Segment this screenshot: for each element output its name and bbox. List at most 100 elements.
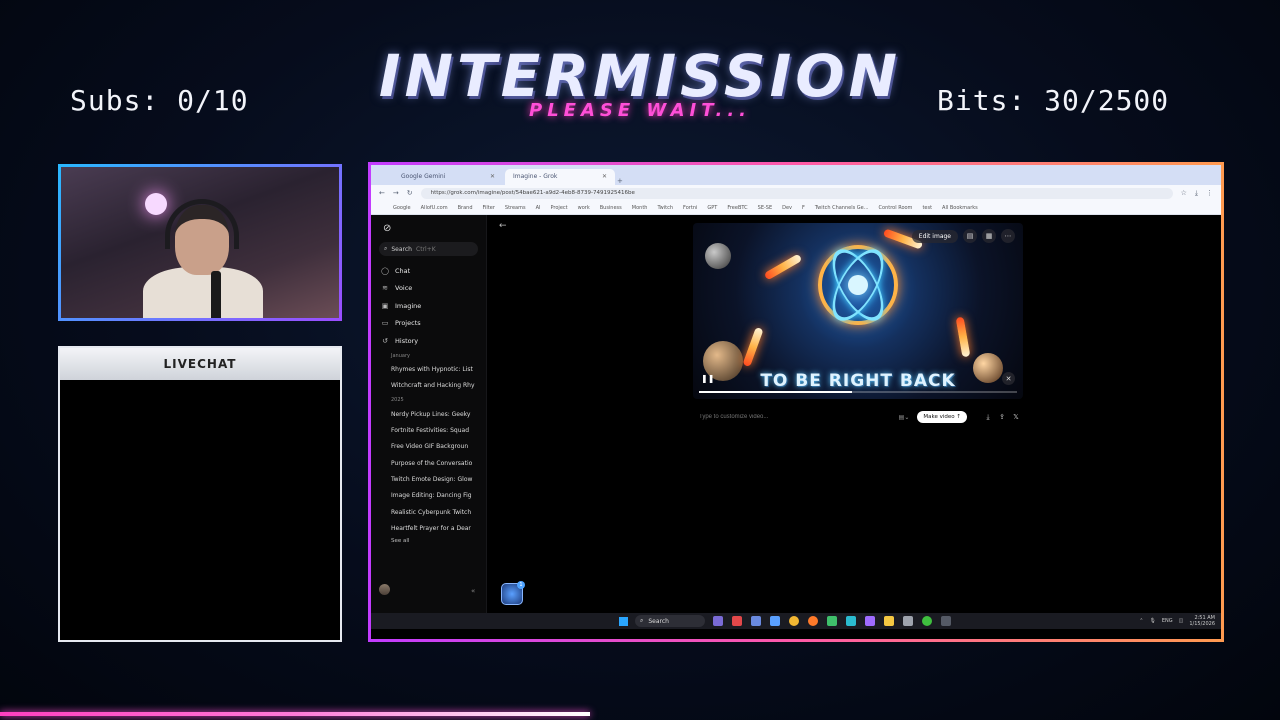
taskbar-search[interactable]: ⌕ Search bbox=[635, 615, 705, 627]
avatar[interactable] bbox=[379, 584, 390, 595]
taskbar-app-icon[interactable] bbox=[732, 616, 742, 626]
bookmark-item[interactable]: Fortni bbox=[683, 205, 697, 211]
bookmark-item[interactable]: SE-SE bbox=[758, 205, 772, 211]
bookmark-item[interactable]: Dev bbox=[782, 205, 792, 211]
taskbar-app-icon[interactable] bbox=[751, 616, 761, 626]
bookmark-item[interactable]: Project bbox=[551, 205, 568, 211]
headset-icon bbox=[165, 199, 239, 249]
taskbar-app-icon[interactable] bbox=[941, 616, 951, 626]
planet-graphic bbox=[705, 243, 731, 269]
mute-icon[interactable]: ✕ bbox=[1002, 372, 1015, 385]
history-item[interactable]: Heartfelt Prayer for a Dear bbox=[379, 520, 478, 536]
chrome-icon[interactable] bbox=[789, 616, 799, 626]
download-icon[interactable]: ⤓ bbox=[1195, 189, 1198, 198]
taskbar-app-icon[interactable] bbox=[770, 616, 780, 626]
download-icon[interactable]: ⤓ bbox=[981, 413, 995, 422]
history-item[interactable]: Purpose of the Conversatio bbox=[379, 455, 478, 471]
pinned-app-icon[interactable]: 1 bbox=[501, 581, 525, 605]
bookmark-item[interactable]: Google bbox=[393, 205, 411, 211]
sidebar-item-voice[interactable]: ≋ Voice bbox=[379, 280, 478, 298]
taskbar-app-icon[interactable] bbox=[827, 616, 837, 626]
bookmark-item[interactable]: Filter bbox=[483, 205, 495, 211]
file-explorer-icon[interactable] bbox=[884, 616, 894, 626]
progress-accent-bar bbox=[0, 712, 590, 716]
language-indicator[interactable]: ENG bbox=[1162, 618, 1173, 624]
close-icon[interactable]: ✕ bbox=[490, 173, 495, 181]
sidebar-item-imagine[interactable]: ▣ Imagine bbox=[379, 297, 478, 315]
history-item[interactable]: Fortnite Festivities: Squad bbox=[379, 422, 478, 438]
collapse-sidebar-icon[interactable]: « bbox=[471, 587, 475, 595]
windows-taskbar: ⌕ Search ⌃ 🎙 ENG ◫ 2:51 AM 1/15/2026 bbox=[371, 613, 1221, 629]
bookmark-item[interactable]: Brand bbox=[458, 205, 473, 211]
taskbar-app-icon[interactable] bbox=[865, 616, 875, 626]
sidebar-search[interactable]: ⌕ Search Ctrl+K bbox=[379, 242, 478, 256]
microphone-tray-icon[interactable]: 🎙 bbox=[1149, 618, 1155, 624]
pause-icon[interactable]: ❚❚ bbox=[701, 374, 714, 383]
network-icon[interactable]: ◫ bbox=[1179, 618, 1184, 624]
bookmark-item[interactable]: F bbox=[802, 205, 805, 211]
clock-date: 1/15/2026 bbox=[1189, 621, 1215, 627]
history-item[interactable]: Realistic Cyberpunk Twitch bbox=[379, 504, 478, 520]
menu-icon[interactable]: ⋮ bbox=[1206, 189, 1213, 197]
tab-google-gemini[interactable]: Google Gemini ✕ bbox=[393, 169, 503, 185]
grok-logo-icon[interactable]: ⊘ bbox=[383, 223, 478, 234]
make-video-button[interactable]: Make video ↑ bbox=[917, 411, 967, 423]
history-item[interactable]: Rhymes with Hypnotic: List bbox=[379, 362, 478, 378]
history-item[interactable]: Witchcraft and Hacking Rhy bbox=[379, 378, 478, 394]
history-item[interactable]: Free Video GIF Backgroun bbox=[379, 439, 478, 455]
bookmark-item[interactable]: test bbox=[922, 205, 932, 211]
x-share-icon[interactable]: 𝕏 bbox=[1009, 413, 1023, 421]
clock[interactable]: 2:51 AM 1/15/2026 bbox=[1189, 615, 1215, 627]
new-tab-icon[interactable]: + bbox=[617, 177, 623, 185]
bookmark-item[interactable]: All Bookmarks bbox=[942, 205, 978, 211]
streamer-body bbox=[143, 267, 263, 318]
bookmark-star-icon[interactable]: ☆ bbox=[1181, 189, 1187, 197]
see-all-link[interactable]: See all bbox=[379, 538, 478, 544]
bookmark-icon[interactable]: ▤ bbox=[963, 229, 977, 243]
history-item[interactable]: Nerdy Pickup Lines: Geeky bbox=[379, 406, 478, 422]
back-arrow-icon[interactable]: ← bbox=[379, 189, 385, 197]
taskbar-app-icon[interactable] bbox=[846, 616, 856, 626]
close-icon[interactable]: ✕ bbox=[602, 173, 607, 181]
video-progress-bar[interactable] bbox=[699, 391, 1017, 393]
bookmark-item[interactable]: Control Room bbox=[879, 205, 913, 211]
bookmark-item[interactable]: GPT bbox=[707, 205, 717, 211]
bits-counter: Bits: 30/2500 bbox=[937, 84, 1170, 117]
taskbar-app-icon[interactable] bbox=[903, 616, 913, 626]
taskbar-app-icon[interactable] bbox=[713, 616, 723, 626]
xbox-icon[interactable] bbox=[922, 616, 932, 626]
webcam-feed bbox=[58, 164, 342, 321]
tray-chevron-icon[interactable]: ⌃ bbox=[1139, 618, 1143, 624]
history-item[interactable]: Twitch Emote Design: Glow bbox=[379, 471, 478, 487]
bookmark-item[interactable]: Twitch bbox=[657, 205, 673, 211]
tab-imagine-grok[interactable]: Imagine - Grok ✕ bbox=[505, 169, 615, 185]
url-field[interactable]: https://grok.com/imagine/post/54bae621-a… bbox=[420, 187, 1173, 199]
imagine-icon: ▣ bbox=[381, 301, 389, 310]
bookmark-item[interactable]: AI bbox=[536, 205, 541, 211]
more-options-icon[interactable]: ⋯ bbox=[1001, 229, 1015, 243]
customize-video-input[interactable] bbox=[693, 414, 899, 420]
video-preview[interactable]: TO BE RIGHT BACK Edit image ▤ ▦ ⋯ ❚❚ ✕ bbox=[693, 223, 1023, 399]
bookmark-item[interactable]: Business bbox=[600, 205, 622, 211]
bookmark-item[interactable]: Streams bbox=[505, 205, 526, 211]
sidebar-item-projects[interactable]: ▭ Projects bbox=[379, 315, 478, 333]
mode-selector-icon[interactable]: ▤⌄ bbox=[899, 414, 910, 421]
back-button[interactable]: ← bbox=[499, 221, 507, 231]
bookmark-item[interactable]: Twitch Channels Ge... bbox=[815, 205, 869, 211]
bookmark-item[interactable]: AllofU.com bbox=[421, 205, 448, 211]
sidebar-item-chat[interactable]: ◯ Chat bbox=[379, 262, 478, 280]
forward-arrow-icon[interactable]: → bbox=[393, 189, 399, 197]
tab-label: Google Gemini bbox=[401, 173, 446, 180]
share-icon[interactable]: ⇪ bbox=[995, 413, 1009, 421]
edit-image-button[interactable]: Edit image bbox=[911, 229, 958, 243]
projects-icon: ▭ bbox=[381, 319, 389, 328]
firefox-icon[interactable] bbox=[808, 616, 818, 626]
reload-icon[interactable]: ↻ bbox=[407, 189, 413, 197]
bookmark-item[interactable]: Month bbox=[632, 205, 648, 211]
image-icon[interactable]: ▦ bbox=[982, 229, 996, 243]
windows-start-icon[interactable] bbox=[619, 617, 628, 626]
bookmark-item[interactable]: FreeBTC bbox=[727, 205, 747, 211]
bookmark-item[interactable]: work bbox=[578, 205, 590, 211]
history-item[interactable]: Image Editing: Dancing Fig bbox=[379, 488, 478, 504]
sidebar-item-history[interactable]: ↺ History bbox=[379, 332, 478, 350]
